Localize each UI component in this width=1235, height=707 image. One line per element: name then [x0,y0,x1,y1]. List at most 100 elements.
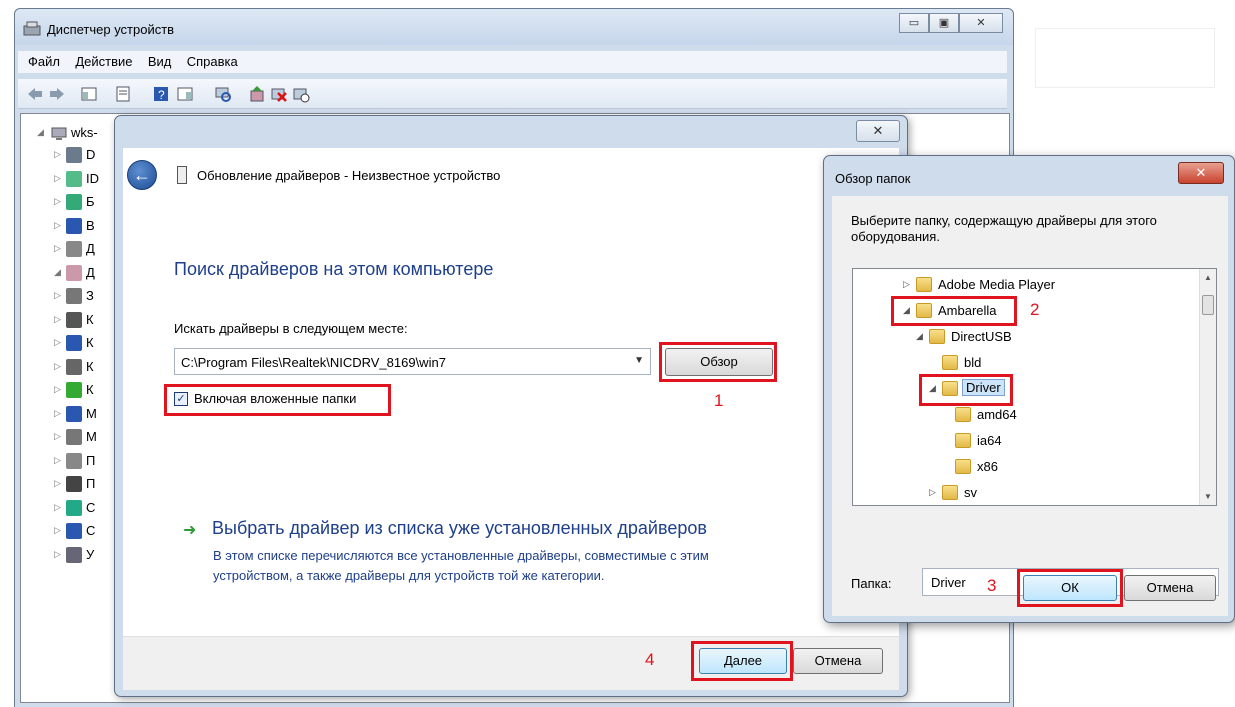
scan-hardware-icon[interactable] [214,85,232,103]
back-arrow-icon[interactable] [26,85,44,103]
device-category-icon [66,311,82,328]
device-category-row[interactable]: ▷ К [21,332,121,354]
properties-icon[interactable] [114,85,132,103]
driver-path-combobox[interactable]: C:\Program Files\Realtek\NICDRV_8169\win… [174,348,651,375]
device-category-row[interactable]: ▷ В [21,215,121,237]
update-driver-wizard: ✕ ← Обновление драйверов - Неизвестное у… [114,115,908,697]
close-button[interactable]: ✕ [959,13,1003,33]
toolbar: ? [18,79,1007,109]
device-category-icon [66,264,82,281]
minimize-button[interactable]: ▭ [899,13,929,33]
device-category-row[interactable]: ▷ К [21,356,121,378]
device-category-icon [66,429,82,445]
expand-arrow-icon[interactable]: ▷ [54,196,61,207]
tree-root[interactable]: ◢ wks- [21,122,121,144]
expand-arrow-icon[interactable]: ▷ [54,525,61,536]
wizard-close-button[interactable]: ✕ [856,120,900,142]
device-category-icon [66,405,82,422]
back-arrow-button[interactable]: ← [127,160,157,190]
device-category-icon [66,335,82,351]
device-category-row[interactable]: ▷ С [21,497,121,519]
device-category-row[interactable]: ▷ ID [21,168,121,190]
scroll-thumb[interactable] [1202,295,1214,315]
pick-from-list-link[interactable]: Выбрать драйвер из списка уже установлен… [212,518,707,539]
wizard-cancel-button[interactable]: Отмена [793,648,883,674]
highlight-ok [1017,569,1123,607]
device-category-label: ID [86,170,99,186]
device-category-label: П [86,452,96,468]
scroll-down-icon[interactable]: ▼ [1204,492,1212,501]
device-category-icon [66,523,82,539]
expand-arrow-icon[interactable]: ▷ [54,384,61,395]
expand-arrow-icon[interactable]: ▷ [54,478,61,489]
expand-arrow-icon[interactable]: ▷ [54,408,61,419]
device-category-row[interactable]: ▷ С [21,520,121,542]
menu-action[interactable]: Действие [75,51,132,73]
collapse-arrow-icon[interactable]: ◢ [916,331,923,342]
folder-icon [955,459,971,474]
menu-view[interactable]: Вид [148,51,172,73]
device-category-row[interactable]: ▷ М [21,426,121,448]
computer-name: wks- [71,125,98,140]
expand-arrow-icon[interactable]: ▷ [54,455,61,466]
expand-arrow-icon[interactable]: ▷ [54,243,61,254]
device-category-row[interactable]: ▷ П [21,473,121,495]
dialog-close-button[interactable]: ✕ [1178,162,1224,184]
device-category-row[interactable]: ▷ М [21,403,121,425]
device-category-row[interactable]: ▷ D [21,144,121,166]
device-category-row[interactable]: ▷ Б [21,191,121,213]
expand-arrow-icon[interactable]: ▷ [54,337,61,348]
device-category-row[interactable]: ▷ К [21,309,121,331]
expand-arrow-icon[interactable]: ▷ [54,173,61,184]
wizard-title: Обновление драйверов - Неизвестное устро… [197,168,501,183]
scroll-up-icon[interactable]: ▲ [1204,273,1212,282]
device-category-icon [66,194,82,210]
wizard-header: ← Обновление драйверов - Неизвестное уст… [123,148,899,208]
menu-file[interactable]: Файл [28,51,60,73]
menu-bar: Файл Действие Вид Справка [18,51,1007,73]
device-category-label: П [86,476,96,491]
expand-arrow-icon[interactable]: ▷ [54,431,61,442]
device-category-row[interactable]: ▷ З [21,285,121,307]
device-category-icon [66,358,82,375]
svg-text:?: ? [158,88,165,102]
expand-arrow-icon[interactable]: ▷ [903,279,910,290]
folder-icon [942,355,958,370]
menu-help[interactable]: Справка [187,51,238,73]
uninstall-icon[interactable] [270,85,288,103]
highlight-ambarella [891,296,1017,326]
device-category-icon [66,499,82,516]
device-category-row[interactable]: ▷ К [21,379,121,401]
expand-arrow-icon[interactable]: ▷ [54,290,61,301]
annotation-4: 4 [645,650,655,669]
device-category-row[interactable]: ▷ У [21,544,121,566]
device-category-label: М [86,405,97,421]
expand-arrow-icon[interactable]: ▷ [54,149,61,160]
update-driver-icon[interactable] [248,85,266,103]
expand-arrow-icon[interactable]: ▷ [54,549,61,560]
collapse-arrow-icon[interactable]: ◢ [37,127,44,138]
device-category-row[interactable]: ▷ П [21,450,121,472]
device-category-label: Д [86,241,95,256]
search-location-label: Искать драйверы в следующем месте: [174,321,408,336]
action-pane-icon[interactable] [176,85,194,103]
window-controls: ▭ ▣ ✕ [899,13,1003,33]
title-bar[interactable]: Диспетчер устройств [15,9,1013,45]
help-icon[interactable]: ? [152,85,170,103]
device-category-row[interactable]: ◢ Д [21,262,121,284]
disable-icon[interactable] [292,85,310,103]
expand-arrow-icon[interactable]: ▷ [54,502,61,513]
expand-arrow-icon[interactable]: ▷ [54,220,61,231]
dropdown-arrow-icon[interactable]: ▼ [634,355,644,366]
device-category-icon [66,476,82,492]
expand-arrow-icon[interactable]: ▷ [54,361,61,372]
forward-arrow-icon[interactable] [48,85,66,103]
collapse-arrow-icon[interactable]: ◢ [54,267,61,278]
expand-arrow-icon[interactable]: ▷ [54,314,61,325]
expand-arrow-icon[interactable]: ▷ [929,487,936,498]
maximize-button[interactable]: ▣ [929,13,959,33]
dialog-cancel-button[interactable]: Отмена [1124,575,1216,601]
vertical-scrollbar[interactable]: ▲ ▼ [1199,269,1216,505]
device-category-row[interactable]: ▷ Д [21,238,121,260]
show-hide-tree-icon[interactable] [80,85,98,103]
